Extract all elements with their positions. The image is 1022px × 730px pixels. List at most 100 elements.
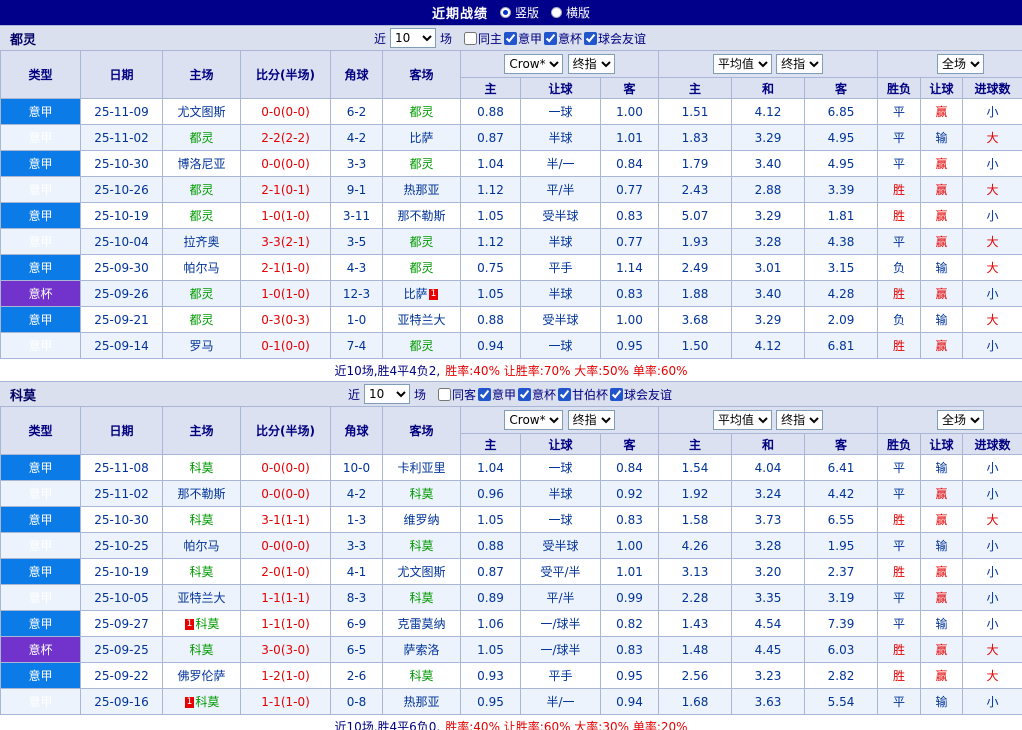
match-row: 意甲25-11-09尤文图斯0-0(0-0)6-2都灵0.88一球1.001.5… (1, 99, 1022, 125)
team-label: 都灵 (409, 261, 433, 275)
euro-away-odds-cell: 6.55 (805, 507, 878, 533)
radio-horizontal-label: 横版 (566, 4, 590, 21)
away-team-cell: 维罗纳 (383, 507, 461, 533)
euro-avg-select[interactable]: 平均值 (713, 410, 772, 430)
col-header-home: 主场 (163, 407, 241, 455)
result-cell: 平 (878, 455, 921, 481)
goals-total-cell: 大 (963, 177, 1022, 203)
date-cell: 25-09-27 (81, 611, 163, 637)
euro-away-odds-cell: 3.15 (805, 255, 878, 281)
score-cell: 0-1(0-0) (241, 333, 331, 359)
team-label: 博洛尼亚 (177, 157, 225, 171)
away-team-cell: 比萨 (383, 125, 461, 151)
scope-select[interactable]: 全场 (937, 410, 984, 430)
team-name: 科莫 (10, 385, 36, 404)
matches-table: 类型 日期 主场 比分(半场) 角球 客场 Crow* 终指 平均值 终指 全场 (0, 406, 1022, 715)
score-cell: 0-0(0-0) (241, 151, 331, 177)
euro-draw-odds-cell: 3.20 (732, 559, 805, 585)
filter-checkbox[interactable]: 意杯 (518, 386, 556, 403)
checkbox-input[interactable] (438, 388, 451, 401)
date-cell: 25-10-19 (81, 203, 163, 229)
handicap-result-cell: 赢 (921, 507, 963, 533)
euro-away-odds-cell: 5.54 (805, 689, 878, 715)
match-row: 意甲25-11-02那不勒斯0-0(0-0)4-2科莫0.96半球0.921.9… (1, 481, 1022, 507)
filter-checkbox[interactable]: 球会友谊 (584, 30, 646, 47)
goals-total-cell: 小 (963, 203, 1022, 229)
radio-selected-icon (500, 7, 511, 18)
filter-checkbox[interactable]: 同主 (464, 30, 502, 47)
checkbox-input[interactable] (504, 32, 517, 45)
checkbox-input[interactable] (558, 388, 571, 401)
date-cell: 25-11-09 (81, 99, 163, 125)
euro-draw-odds-cell: 3.01 (732, 255, 805, 281)
handicap-result-cell: 赢 (921, 281, 963, 307)
layout-radio-horizontal[interactable]: 横版 (551, 4, 590, 21)
corner-cell: 3-3 (331, 151, 383, 177)
asia-home-odds-cell: 1.05 (461, 637, 521, 663)
filter-checkbox[interactable]: 意杯 (544, 30, 582, 47)
result-cell: 平 (878, 689, 921, 715)
away-team-cell: 都灵 (383, 229, 461, 255)
league-type-cell: 意甲 (1, 99, 81, 125)
euro-avg-select[interactable]: 平均值 (713, 54, 772, 74)
scope-select[interactable]: 全场 (937, 54, 984, 74)
score-cell: 1-2(1-0) (241, 663, 331, 689)
filter-checkbox[interactable]: 球会友谊 (610, 386, 672, 403)
team-label: 科莫 (189, 513, 213, 527)
summary-stats: 胜率:40% 让胜率:60% 大率:30% 单率:20% (445, 718, 687, 730)
handicap-result-cell: 赢 (921, 663, 963, 689)
layout-radio-vertical[interactable]: 竖版 (500, 4, 539, 21)
handicap-result-cell: 赢 (921, 333, 963, 359)
result-cell: 平 (878, 125, 921, 151)
sub-header-euro-away: 客 (805, 78, 878, 99)
asia-away-odds-cell: 1.01 (601, 125, 659, 151)
euro-stage-select[interactable]: 终指 (776, 54, 823, 74)
filter-checkbox[interactable]: 意甲 (478, 386, 516, 403)
league-type-cell: 意甲 (1, 507, 81, 533)
away-team-cell: 科莫 (383, 533, 461, 559)
home-team-cell: 都灵 (163, 125, 241, 151)
filter-checkbox[interactable]: 甘伯杯 (558, 386, 608, 403)
checkbox-input[interactable] (610, 388, 623, 401)
filter-checkbox[interactable]: 同客 (438, 386, 476, 403)
result-cell: 胜 (878, 663, 921, 689)
team-label: 热那亚 (403, 695, 439, 709)
euro-draw-odds-cell: 3.28 (732, 533, 805, 559)
asia-odds-header: Crow* 终指 (461, 51, 659, 78)
asia-stage-select[interactable]: 终指 (568, 54, 615, 74)
checkbox-input[interactable] (544, 32, 557, 45)
recent-count-select[interactable]: 10 (364, 384, 410, 404)
away-team-cell: 亚特兰大 (383, 307, 461, 333)
asia-away-odds-cell: 0.77 (601, 177, 659, 203)
col-header-corner: 角球 (331, 407, 383, 455)
score-cell: 3-1(1-1) (241, 507, 331, 533)
goals-total-cell: 小 (963, 151, 1022, 177)
filter-checkbox[interactable]: 意甲 (504, 30, 542, 47)
date-cell: 25-09-16 (81, 689, 163, 715)
odds-provider-select[interactable]: Crow* (504, 54, 563, 74)
checkbox-input[interactable] (518, 388, 531, 401)
result-cell: 平 (878, 99, 921, 125)
sub-header-asia-away: 客 (601, 78, 659, 99)
asia-stage-select[interactable]: 终指 (568, 410, 615, 430)
checkbox-input[interactable] (464, 32, 477, 45)
team-label: 佛罗伦萨 (177, 669, 225, 683)
euro-stage-select[interactable]: 终指 (776, 410, 823, 430)
recent-count-select[interactable]: 10 (390, 28, 436, 48)
odds-provider-select[interactable]: Crow* (504, 410, 563, 430)
filter-controls: 近 10 场 同主意甲意杯球会友谊 (374, 28, 648, 48)
col-header-type: 类型 (1, 407, 81, 455)
euro-draw-odds-cell: 4.12 (732, 99, 805, 125)
euro-odds-header: 平均值 终指 (659, 407, 878, 434)
euro-away-odds-cell: 7.39 (805, 611, 878, 637)
team-label: 比萨 (409, 131, 433, 145)
handicap-result-cell: 赢 (921, 99, 963, 125)
euro-draw-odds-cell: 3.23 (732, 663, 805, 689)
checkbox-input[interactable] (584, 32, 597, 45)
sub-header-euro-draw: 和 (732, 78, 805, 99)
handicap-cell: 一球 (521, 455, 601, 481)
team-label: 都灵 (409, 339, 433, 353)
euro-home-odds-cell: 1.51 (659, 99, 732, 125)
checkbox-input[interactable] (478, 388, 491, 401)
league-type-cell: 意甲 (1, 533, 81, 559)
